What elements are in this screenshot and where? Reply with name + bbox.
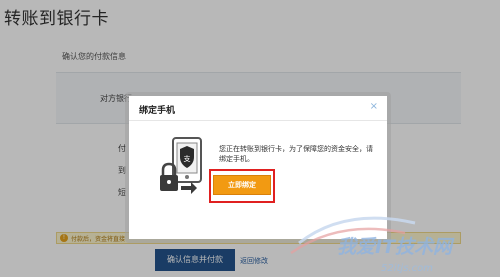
dialog-title: 绑定手机 — [139, 106, 176, 116]
close-icon[interactable]: × — [370, 101, 378, 112]
dialog-header: 绑定手机 × — [129, 96, 387, 121]
arrow-icon — [181, 182, 197, 194]
site-watermark: 我爱IT技术网 52itjs.com — [290, 216, 455, 274]
watermark-text: 我爱IT技术网 — [337, 236, 455, 258]
dialog-message: 您正在转账到银行卡，为了保障您的资金安全，请绑定手机。 — [219, 145, 373, 163]
bind-now-button[interactable]: 立即绑定 — [213, 175, 271, 195]
watermark-url: 52itjs.com — [381, 263, 433, 274]
svg-text:支: 支 — [184, 154, 191, 163]
